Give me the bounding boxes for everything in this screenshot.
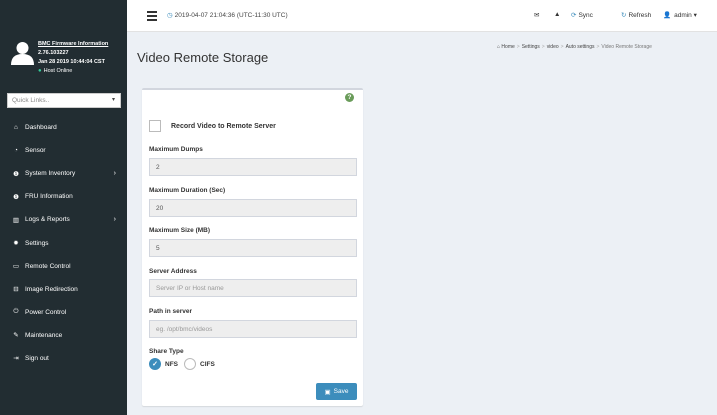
max-dumps-field[interactable]: 2 bbox=[149, 158, 357, 176]
hamburger-menu-icon[interactable] bbox=[147, 11, 157, 23]
sidebar-item-label: Sensor bbox=[25, 147, 46, 155]
signout-icon: ⇥ bbox=[13, 355, 19, 363]
wrench-icon: ✎ bbox=[13, 332, 19, 340]
sidebar: BMC Firmware Information 2.76.103227 Jan… bbox=[0, 0, 127, 415]
max-duration-field[interactable]: 20 bbox=[149, 199, 357, 217]
info-icon: ❶ bbox=[13, 193, 19, 201]
firmware-version: 2.76.103227 bbox=[38, 50, 69, 56]
record-video-label: Record Video to Remote Server bbox=[171, 122, 276, 130]
avatar-icon bbox=[11, 42, 34, 65]
chart-icon: ▥ bbox=[12, 216, 20, 224]
cifs-label: CIFS bbox=[200, 360, 215, 368]
server-time: ◷ 2019-04-07 21:04:36 (UTC-11:30 UTC) bbox=[167, 11, 288, 19]
refresh-icon: ↻ bbox=[621, 12, 627, 19]
sidebar-item-settings[interactable]: ✹ Settings bbox=[0, 231, 127, 254]
quick-links-select[interactable]: Quick Links.. ▾ bbox=[7, 93, 121, 108]
sidebar-menu: ⌂ Dashboard ◔ Sensor ❶ System Inventory › ❶F… bbox=[0, 116, 127, 370]
dashboard-icon: ⌂ bbox=[14, 124, 18, 132]
sensor-icon: ◔ bbox=[14, 147, 18, 155]
path-in-server-label: Path in server bbox=[149, 308, 192, 315]
user-name: admin bbox=[674, 12, 692, 19]
sidebar-item-sensor[interactable]: ◔ Sensor bbox=[0, 139, 127, 162]
gear-icon: ✹ bbox=[13, 240, 19, 248]
record-video-row: Record Video to Remote Server bbox=[149, 120, 276, 132]
bmc-firmware-link[interactable]: BMC Firmware Information bbox=[38, 40, 108, 49]
help-icon[interactable]: ? bbox=[345, 93, 354, 102]
max-size-label: Maximum Size (MB) bbox=[149, 227, 211, 234]
nfs-radio[interactable]: ✓ bbox=[149, 358, 161, 370]
server-address-field[interactable]: Server IP or Host name bbox=[149, 279, 357, 297]
refresh-label: Refresh bbox=[628, 12, 652, 19]
clock-icon: ◷ bbox=[167, 12, 173, 19]
sidebar-item-sign-out[interactable]: ⇥ Sign out bbox=[0, 347, 127, 370]
sidebar-item-system-inventory[interactable]: ❶ System Inventory › bbox=[0, 162, 127, 185]
monitor-icon: ▭ bbox=[12, 263, 20, 271]
sidebar-item-label: Maintenance bbox=[25, 331, 63, 339]
online-dot-icon: ● bbox=[38, 68, 42, 74]
sync-button[interactable]: ⟳ Sync bbox=[571, 11, 593, 19]
page-title: Video Remote Storage bbox=[137, 50, 269, 65]
power-icon: ⏻ bbox=[13, 308, 19, 316]
sync-label: Sync bbox=[578, 12, 593, 19]
user-panel: BMC Firmware Information 2.76.103227 Jan… bbox=[0, 0, 127, 78]
max-size-field[interactable]: 5 bbox=[149, 239, 357, 257]
share-type-group: ✓ NFS CIFS bbox=[149, 358, 215, 370]
nfs-label: NFS bbox=[165, 360, 178, 368]
sidebar-item-label: Image Redirection bbox=[25, 285, 78, 293]
refresh-button[interactable]: ↻ Refresh bbox=[621, 11, 651, 19]
server-time-text: 2019-04-07 21:04:36 (UTC-11:30 UTC) bbox=[174, 12, 288, 19]
user-icon: 👤 bbox=[663, 12, 672, 19]
sidebar-item-logs-reports[interactable]: ▥ Logs & Reports › bbox=[0, 208, 127, 231]
sidebar-item-label: Power Control bbox=[25, 308, 67, 316]
cifs-radio[interactable] bbox=[184, 358, 196, 370]
sidebar-item-label: System Inventory bbox=[25, 170, 76, 178]
sidebar-item-maintenance[interactable]: ✎ Maintenance bbox=[0, 324, 127, 347]
sidebar-item-label: Settings bbox=[25, 239, 49, 247]
max-duration-label: Maximum Duration (Sec) bbox=[149, 187, 226, 194]
save-label: Save bbox=[333, 388, 349, 395]
save-button[interactable]: ▣ Save bbox=[316, 383, 357, 400]
breadcrumb-current: Video Remote Storage bbox=[601, 44, 652, 50]
sidebar-item-label: Remote Control bbox=[25, 262, 71, 270]
sidebar-item-dashboard[interactable]: ⌂ Dashboard bbox=[0, 116, 127, 139]
breadcrumb-auto-settings[interactable]: Auto settings bbox=[566, 44, 595, 50]
sidebar-item-image-redirection[interactable]: ⊟ Image Redirection bbox=[0, 278, 127, 301]
firmware-date: Jan 28 2019 10:44:04 CST bbox=[38, 59, 105, 65]
top-navbar: ◷ 2019-04-07 21:04:36 (UTC-11:30 UTC) ✉ ▲… bbox=[127, 0, 717, 32]
max-dumps-label: Maximum Dumps bbox=[149, 146, 203, 153]
sidebar-item-label: Logs & Reports bbox=[25, 216, 70, 224]
floppy-icon: ▣ bbox=[324, 388, 331, 396]
caret-down-icon: ▾ bbox=[111, 97, 115, 103]
share-type-label: Share Type bbox=[149, 348, 184, 355]
user-menu[interactable]: 👤 admin ▾ bbox=[663, 11, 697, 19]
quick-links-placeholder: Quick Links.. bbox=[12, 97, 50, 104]
info-icon: ❶ bbox=[13, 170, 19, 178]
sidebar-item-remote-control[interactable]: ▭ Remote Control bbox=[0, 255, 127, 278]
host-status: Host Online bbox=[43, 68, 73, 74]
breadcrumb-home[interactable]: Home bbox=[501, 44, 514, 50]
sync-icon: ⟳ bbox=[571, 12, 577, 19]
disk-icon: ⊟ bbox=[13, 286, 19, 294]
sidebar-item-power-control[interactable]: ⏻ Power Control bbox=[0, 301, 127, 324]
chevron-right-icon: › bbox=[113, 170, 116, 178]
path-in-server-field[interactable]: eg. /opt/bmc/videos bbox=[149, 320, 357, 338]
sidebar-item-fru-information[interactable]: ❶ FRU Information bbox=[0, 185, 127, 208]
check-icon: ✓ bbox=[152, 361, 158, 368]
caret-down-icon: ▾ bbox=[691, 12, 697, 19]
mail-icon[interactable]: ✉ bbox=[534, 11, 539, 19]
sidebar-item-label: Sign out bbox=[25, 354, 49, 362]
sidebar-item-label: Dashboard bbox=[25, 124, 57, 132]
server-address-label: Server Address bbox=[149, 268, 197, 275]
sidebar-item-label: FRU Information bbox=[25, 193, 73, 201]
breadcrumb: ⌂ Home > Settings > video > Auto settings > Vide… bbox=[497, 44, 652, 50]
breadcrumb-settings[interactable]: Settings bbox=[522, 44, 540, 50]
chevron-right-icon: › bbox=[113, 216, 116, 224]
breadcrumb-video[interactable]: video bbox=[547, 44, 559, 50]
warning-icon[interactable]: ▲ bbox=[554, 11, 560, 18]
record-video-checkbox[interactable] bbox=[149, 120, 161, 132]
